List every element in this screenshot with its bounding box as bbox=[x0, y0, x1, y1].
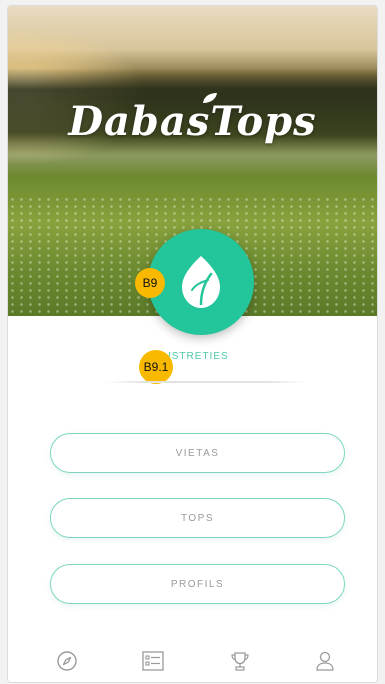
tab-trophy[interactable] bbox=[226, 647, 254, 675]
bottom-tab-bar bbox=[8, 641, 377, 682]
leaf-pin-icon bbox=[182, 256, 220, 308]
app-logo: DabasTops bbox=[68, 98, 317, 145]
list-icon bbox=[142, 651, 164, 671]
app-screen: DabasTops B9 ISTRETIES B9.1 VIETAS TOPS … bbox=[7, 5, 378, 683]
subtitle-divider bbox=[105, 381, 305, 383]
user-icon bbox=[316, 651, 334, 671]
marker-b9: B9 bbox=[135, 268, 165, 298]
vietas-button[interactable]: VIETAS bbox=[50, 433, 345, 473]
subtitle: ISTRETIES bbox=[168, 351, 229, 362]
tops-button[interactable]: TOPS bbox=[50, 498, 345, 538]
trophy-icon bbox=[231, 652, 249, 671]
marker-b9-1: B9.1 bbox=[139, 350, 173, 384]
tab-list[interactable] bbox=[139, 647, 167, 675]
compass-icon bbox=[57, 651, 77, 671]
logo-leaf-icon bbox=[203, 93, 217, 103]
profils-button[interactable]: PROFILS bbox=[50, 564, 345, 604]
tab-explore[interactable] bbox=[53, 647, 81, 675]
tab-profile[interactable] bbox=[311, 647, 339, 675]
